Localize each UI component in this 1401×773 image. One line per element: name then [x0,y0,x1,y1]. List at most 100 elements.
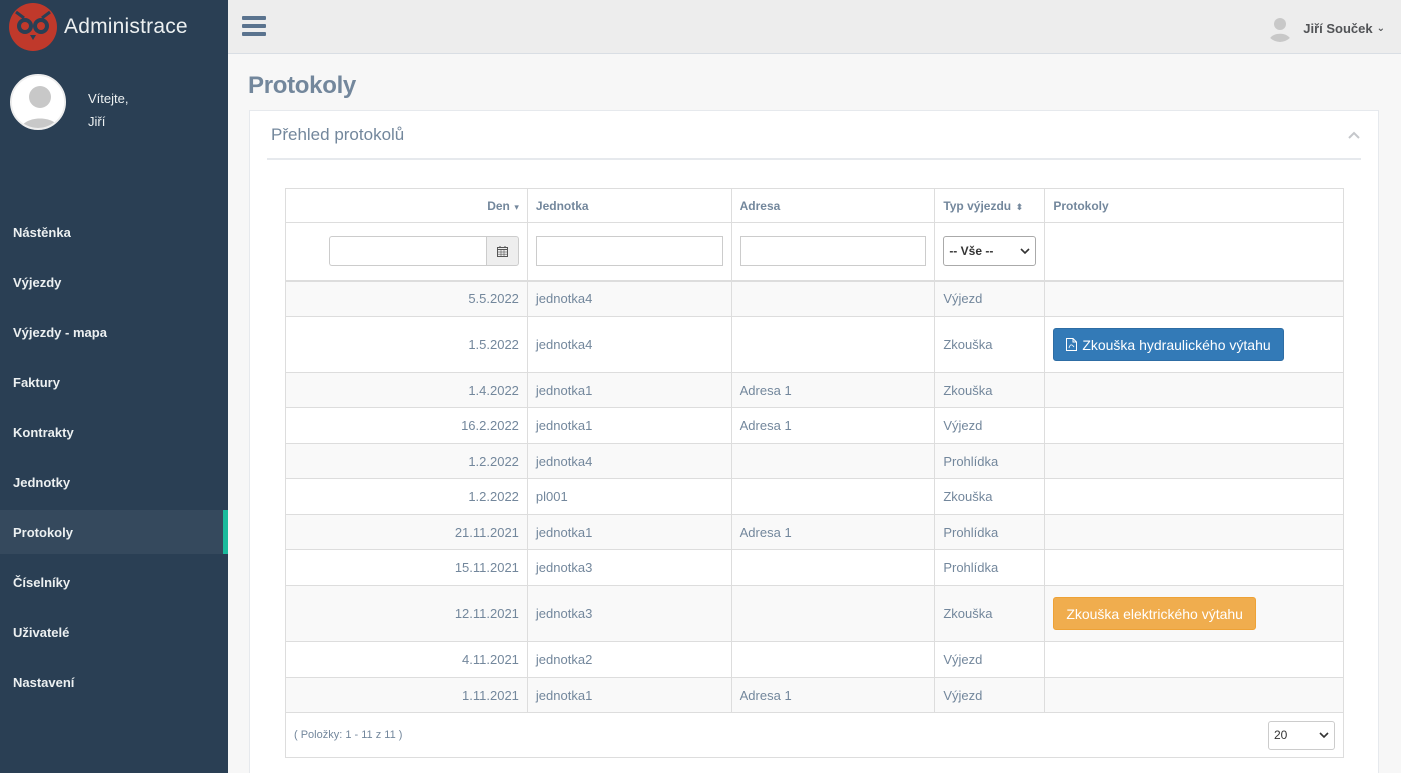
table-row: 1.4.2022 jednotka1 Adresa 1 Zkouška [285,372,1344,408]
table-row: 12.11.2021 jednotka3 Zkouška Zkouška ele… [285,585,1344,642]
cell-jednotka: jednotka1 [526,407,732,444]
cell-protokol [1044,549,1344,586]
cell-typ: Prohlídka [934,443,1046,479]
cell-protokol [1044,514,1344,550]
cell-typ: Výjezd [934,641,1046,678]
welcome-name: Jiří [88,114,106,129]
cell-protokol: Zkouška hydraulického výtahu [1044,316,1344,373]
cell-typ: Zkouška [934,316,1046,373]
cell-jednotka: jednotka1 [526,514,732,550]
menu-toggle-icon[interactable] [242,16,266,36]
cell-den: 1.2.2022 [285,478,528,515]
cell-jednotka: jednotka2 [526,641,732,678]
table-row: 1.2.2022 jednotka4 Prohlídka [285,443,1344,479]
cell-typ: Zkouška [934,585,1046,642]
brand[interactable]: Administrace [0,0,228,54]
user-avatar [1266,14,1295,42]
cell-adresa [730,316,936,373]
file-pdf-icon [1066,338,1078,351]
cell-adresa: Adresa 1 [730,407,936,444]
user-name: Jiří Souček [1303,20,1373,36]
top-navbar: Jiří Souček ⌄ [228,0,1401,54]
column-header-jednotka[interactable]: Jednotka [526,188,732,223]
table-row: 4.11.2021 jednotka2 Výjezd [285,641,1344,678]
protocol-button[interactable]: Zkouška elektrického výtahu [1053,597,1256,630]
chevron-down-icon: ⌄ [1376,22,1385,34]
sidebar-item-nastaveni[interactable]: Nastavení [0,660,228,704]
cell-adresa [730,478,936,515]
cell-typ: Prohlídka [934,549,1046,586]
profile: Vítejte, Jiří [0,54,228,214]
typ-filter-select[interactable]: -- Vše -- [943,236,1037,267]
welcome-greeting: Vítejte, [88,91,129,106]
cell-typ: Výjezd [934,407,1046,444]
owl-logo-icon [8,2,58,52]
table-row: 1.5.2022 jednotka4 Zkouška Zkouška hydra… [285,316,1344,373]
column-header-typ[interactable]: Typ výjezdu ⬍ [934,188,1046,223]
cell-adresa [730,549,936,586]
column-header-adresa[interactable]: Adresa [730,188,936,223]
cell-protokol [1044,280,1344,317]
sidebar-item-kontrakty[interactable]: Kontrakty [0,410,228,454]
cell-typ: Zkouška [934,372,1046,408]
cell-den: 15.11.2021 [285,549,528,586]
sidebar-item-vyjezdy[interactable]: Výjezdy [0,260,228,304]
cell-adresa [730,280,936,317]
cell-den: 1.5.2022 [285,316,528,373]
table-row: 5.5.2022 jednotka4 Výjezd [285,280,1344,317]
cell-adresa [730,641,936,678]
user-menu[interactable]: Jiří Souček ⌄ [1266,14,1385,42]
protocols-table: Den ▾ Jednotka Adresa Typ výjezdu ⬍ Prot… [285,188,1344,758]
sidebar-item-uzivatele[interactable]: Uživatelé [0,610,228,654]
cell-jednotka: jednotka4 [526,316,732,373]
table-row: 1.2.2022 pl001 Zkouška [285,478,1344,515]
cell-adresa: Adresa 1 [730,514,936,550]
pagination-summary: ( Položky: 1 - 11 z 11 ) [294,729,403,741]
sidebar-item-nastenka[interactable]: Nástěnka [0,210,228,254]
protocol-pdf-button[interactable]: Zkouška hydraulického výtahu [1053,328,1284,361]
cell-jednotka: jednotka1 [526,677,732,713]
sort-desc-icon: ▾ [511,201,519,212]
cell-typ: Výjezd [934,280,1046,317]
adresa-filter-input[interactable] [739,236,927,267]
cell-protokol [1044,407,1344,444]
sidebar-item-vyjezdy-mapa[interactable]: Výjezdy - mapa [0,310,228,354]
cell-jednotka: jednotka3 [526,585,732,642]
cell-protokol [1044,641,1344,678]
sidebar-item-protokoly[interactable]: Protokoly [0,510,228,554]
chevron-down-icon [1020,248,1030,255]
avatar [10,74,66,130]
cell-protokol [1044,478,1344,515]
column-header-den[interactable]: Den ▾ [285,188,528,223]
cell-den: 4.11.2021 [285,641,528,678]
cell-den: 16.2.2022 [285,407,528,444]
cell-jednotka: jednotka4 [526,443,732,479]
calendar-icon[interactable] [485,236,519,267]
cell-jednotka: pl001 [526,478,732,515]
cell-protokol: Zkouška elektrického výtahu [1044,585,1344,642]
page-size-select[interactable]: 20 [1268,720,1335,750]
table-row: 1.11.2021 jednotka1 Adresa 1 Výjezd [285,677,1344,713]
cell-jednotka: jednotka3 [526,549,732,586]
cell-protokol [1044,677,1344,713]
cell-adresa [730,443,936,479]
sidebar-menu: Nástěnka Výjezdy Výjezdy - mapa Faktury … [0,210,228,704]
cell-typ: Výjezd [934,677,1046,713]
cell-den: 1.11.2021 [285,677,528,713]
sidebar: Administrace Vítejte, Jiří Nástěnka Výje… [0,0,228,773]
cell-adresa: Adresa 1 [730,677,936,713]
date-filter-input[interactable] [328,236,486,267]
jednotka-filter-input[interactable] [535,236,723,267]
table-footer: ( Položky: 1 - 11 z 11 ) 20 [285,712,1344,758]
panel-title: Přehled protokolů [271,124,405,144]
sidebar-item-faktury[interactable]: Faktury [0,360,228,404]
table-row: 21.11.2021 jednotka1 Adresa 1 Prohlídka [285,514,1344,550]
cell-jednotka: jednotka1 [526,372,732,408]
cell-adresa: Adresa 1 [730,372,936,408]
table-row: 16.2.2022 jednotka1 Adresa 1 Výjezd [285,407,1344,444]
column-header-protokoly: Protokoly [1044,188,1344,223]
chevron-up-icon[interactable] [1347,128,1361,142]
sidebar-item-jednotky[interactable]: Jednotky [0,460,228,504]
sort-icon: ⬍ [1013,201,1024,212]
sidebar-item-ciselniky[interactable]: Číselníky [0,560,228,604]
